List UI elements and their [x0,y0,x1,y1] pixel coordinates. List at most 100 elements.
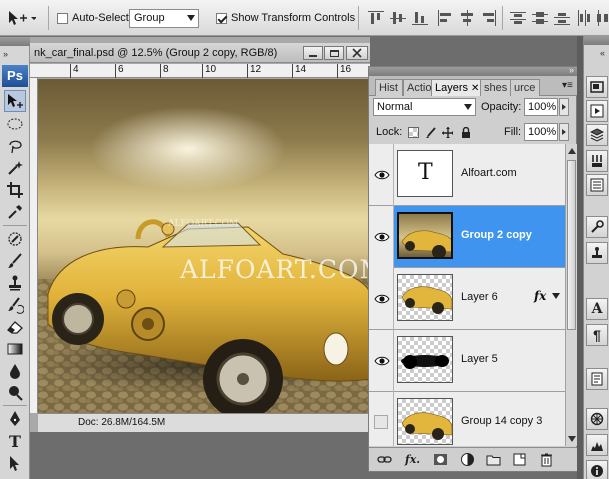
history-brush-tool[interactable] [4,294,26,316]
scroll-up-arrow-icon[interactable] [568,148,576,154]
layer-row-selected[interactable]: Group 2 copy [369,206,565,268]
dock-strip[interactable] [584,36,609,45]
auto-select-dropdown[interactable]: Group [129,9,199,28]
tab-actions[interactable]: Actio [403,79,433,96]
dock-navigator-button[interactable] [586,76,608,98]
effects-expand-arrow-icon[interactable] [552,293,560,299]
new-layer-icon[interactable] [512,452,527,467]
horizontal-ruler[interactable]: 4 6 8 10 12 14 16 [30,64,370,78]
crop-tool[interactable] [4,179,26,201]
close-button[interactable] [346,46,368,60]
align-bottom-edges-icon[interactable] [412,10,428,26]
spot-healing-brush-tool[interactable] [4,228,26,250]
dock-notes-button[interactable] [586,368,608,390]
layer-row[interactable]: T Alfoart.com [369,144,565,206]
link-layers-icon[interactable] [377,452,392,467]
panel-title-strip[interactable]: » [369,65,578,76]
dock-info-button[interactable] [586,460,608,479]
eyedropper-tool[interactable] [4,201,26,223]
path-selection-tool[interactable] [4,452,26,474]
tab-history[interactable]: Hist [375,79,403,96]
align-vertical-centers-icon[interactable] [390,10,406,26]
layer-row[interactable]: Layer 6 fx [369,268,565,330]
distribute-bottom-edges-icon[interactable] [554,10,570,26]
dock-character-button[interactable]: A [586,298,608,320]
blur-tool[interactable] [4,360,26,382]
layer-row[interactable]: Layer 5 [369,330,565,392]
align-left-edges-icon[interactable] [437,10,453,26]
show-transform-check-box[interactable] [216,12,227,24]
minimize-button[interactable] [303,46,323,60]
lock-transparent-pixels-icon[interactable] [408,127,419,138]
tools-collapse-icon[interactable]: » [3,49,8,59]
elliptical-marquee-tool[interactable] [4,113,26,135]
scroll-down-arrow-icon[interactable] [568,436,576,442]
fill-slider-button[interactable] [559,123,569,141]
clone-stamp-tool[interactable] [4,272,26,294]
layer-effects-icon[interactable]: fx [534,289,546,303]
eye-icon[interactable] [374,229,390,245]
align-right-edges-icon[interactable] [481,10,497,26]
fill-input[interactable]: 100% [524,123,558,141]
maximize-button[interactable] [324,46,344,60]
new-group-icon[interactable] [486,452,501,467]
dock-tool-presets-button[interactable] [586,174,608,196]
eye-icon[interactable] [374,353,390,369]
layer-list-scrollbar[interactable] [565,144,577,446]
dock-layers-button[interactable] [586,124,608,146]
dock-histogram-button[interactable] [586,100,608,122]
tab-clone-source[interactable]: urce [510,79,540,96]
document-canvas[interactable]: ALFOART.COM ALFOART.COM [38,79,370,413]
add-layer-mask-icon[interactable] [433,452,448,467]
dock-expand-icon[interactable]: « [600,48,605,58]
auto-select-check-box[interactable] [57,12,68,24]
opacity-input[interactable]: 100% [524,98,558,116]
layer-name[interactable]: Layer 6 [461,291,498,303]
align-horizontal-centers-icon[interactable] [459,10,475,26]
dock-histogram-chart-button[interactable] [586,434,608,456]
lock-position-icon[interactable] [442,127,453,138]
layer-row[interactable]: Group 14 copy 3 [369,392,565,446]
distribute-top-edges-icon[interactable] [510,10,526,26]
layer-name[interactable]: Layer 5 [461,353,498,365]
blend-mode-dropdown[interactable]: Normal [373,98,476,116]
lock-image-pixels-icon[interactable] [425,127,436,138]
panel-collapse-icon[interactable]: » [569,65,574,75]
dock-tools-settings-button[interactable] [586,216,608,238]
show-transform-controls-checkbox[interactable]: Show Transform Controls [216,9,355,27]
gradient-tool[interactable] [4,338,26,360]
tab-layers[interactable]: Layers ✕ [431,79,481,96]
brush-tool[interactable] [4,250,26,272]
add-layer-style-icon[interactable]: fx. [405,452,420,467]
dock-brushes-button[interactable] [586,150,608,172]
eye-icon[interactable] [374,167,390,183]
panel-menu-icon[interactable]: ▾≡ [562,80,573,91]
new-adjustment-layer-icon[interactable] [460,452,475,467]
dodge-tool[interactable] [4,382,26,404]
visibility-toggle-empty[interactable] [374,415,388,429]
move-tool[interactable] [4,90,26,112]
tab-brushes[interactable]: shes [480,79,512,96]
opacity-slider-button[interactable] [559,98,569,116]
dock-clone-source-button[interactable] [586,242,608,264]
vertical-ruler[interactable] [30,78,38,413]
distribute-horizontal-centers-icon[interactable] [596,10,609,26]
eraser-tool[interactable] [4,316,26,338]
align-top-edges-icon[interactable] [368,10,384,26]
document-status-bar[interactable]: Doc: 26.8M/164.5M [38,413,370,432]
pen-tool[interactable] [4,408,26,430]
magic-wand-tool[interactable] [4,157,26,179]
type-tool[interactable]: T [4,430,26,452]
dock-paragraph-button[interactable]: ¶ [586,324,608,346]
distribute-vertical-centers-icon[interactable] [532,10,548,26]
distribute-left-edges-icon[interactable] [576,10,592,26]
close-tab-icon[interactable]: ✕ [471,83,479,94]
layer-name[interactable]: Group 2 copy [461,229,532,241]
eye-icon[interactable] [374,291,390,307]
move-tool-preset-picker[interactable] [6,9,36,27]
delete-layer-icon[interactable] [539,452,554,467]
layer-name[interactable]: Alfoart.com [461,167,517,179]
auto-select-checkbox[interactable]: Auto-Select: [57,9,132,27]
dock-navigator-wheel-button[interactable] [586,408,608,430]
lock-all-icon[interactable] [460,127,471,138]
